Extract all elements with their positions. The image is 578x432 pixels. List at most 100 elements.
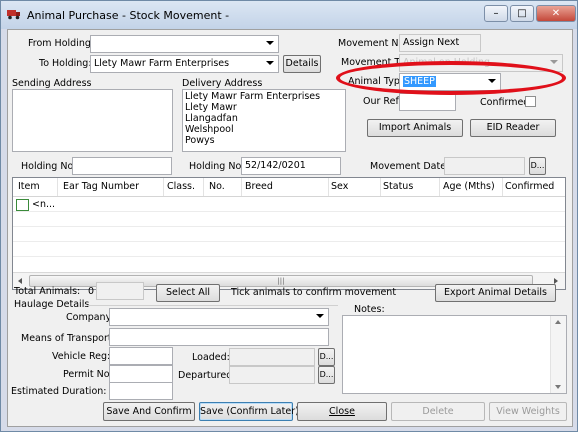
departured-input[interactable]	[229, 366, 315, 384]
maximize-button[interactable]: □	[510, 5, 534, 22]
to-holding-select[interactable]: Llety Mawr Farm Enterprises	[90, 55, 279, 73]
table-row[interactable]	[13, 242, 565, 257]
column-header[interactable]: Sex	[331, 181, 348, 192]
tick-hint: Tick animals to confirm movement	[231, 287, 397, 298]
holding-no-label: Holding No:	[21, 161, 77, 172]
vehicle-reg-label: Vehicle Reg:	[52, 351, 111, 362]
total-animals-field	[96, 282, 144, 300]
column-header[interactable]: Status	[383, 181, 413, 192]
column-header[interactable]: No.	[209, 181, 225, 192]
delete-button[interactable]: Delete	[391, 402, 485, 421]
estimated-duration-input[interactable]	[109, 382, 173, 400]
form-body: From Holding: To Holding: Llety Mawr Far…	[7, 29, 573, 427]
table-row[interactable]	[13, 212, 565, 227]
grip-icon: |||	[277, 277, 285, 285]
company-select[interactable]	[109, 308, 329, 326]
estimated-duration-label: Estimated Duration:	[11, 386, 107, 397]
movement-no-label: Movement No:	[338, 38, 408, 49]
address-line: Llangadfan	[185, 113, 238, 124]
save-and-confirm-button[interactable]: Save And Confirm	[103, 402, 195, 421]
save-confirm-later-button[interactable]: Save (Confirm Later)	[199, 402, 299, 421]
truck-icon	[7, 10, 20, 20]
loaded-date-picker-button[interactable]: D...	[318, 348, 335, 366]
total-animals-value: 0	[88, 286, 95, 297]
from-holding-select[interactable]	[90, 35, 279, 53]
details-button[interactable]: Details	[283, 55, 321, 73]
movement-date-picker-button[interactable]: D...	[529, 157, 546, 175]
movement-date-label: Movement Date:	[370, 161, 450, 172]
column-header[interactable]: Class.	[167, 181, 195, 192]
table-row[interactable]	[13, 257, 565, 271]
to-holding-value: Llety Mawr Farm Enterprises	[94, 58, 230, 69]
title-bar[interactable]: Animal Purchase - Stock Movement - – □ ✕	[1, 1, 577, 29]
address-line: Powys	[185, 135, 215, 146]
column-header[interactable]: Item	[18, 181, 40, 192]
means-of-transport-input[interactable]	[109, 328, 329, 346]
window-title: Animal Purchase - Stock Movement -	[27, 9, 230, 22]
chevron-down-icon	[488, 79, 496, 83]
row-select-checkbox[interactable]	[16, 199, 29, 211]
company-label: Company:	[66, 312, 114, 323]
close-window-button[interactable]: ✕	[536, 5, 576, 22]
chevron-down-icon	[550, 60, 558, 64]
column-header[interactable]: Ear Tag Number	[63, 181, 139, 192]
animal-type-select[interactable]: SHEEP	[399, 73, 501, 91]
delivery-holding-no-input[interactable]: 52/142/0201	[241, 157, 341, 175]
select-all-button[interactable]: Select All	[156, 284, 220, 302]
confirmed-checkbox[interactable]	[525, 96, 536, 107]
notes-vertical-scrollbar[interactable]	[550, 316, 566, 393]
total-animals-label: Total Animals:	[14, 286, 81, 297]
eid-reader-button[interactable]: EID Reader	[470, 119, 556, 137]
animal-purchase-window: Animal Purchase - Stock Movement - – □ ✕…	[0, 0, 578, 432]
loaded-label: Loaded:	[192, 352, 230, 363]
movement-date-input[interactable]	[444, 157, 525, 175]
minimize-icon: –	[493, 8, 499, 19]
view-weights-button[interactable]: View Weights	[489, 402, 567, 421]
delivery-address-label: Delivery Address	[182, 78, 263, 89]
column-header[interactable]: Confirmed	[505, 181, 554, 192]
our-ref-input[interactable]	[399, 93, 456, 111]
holding-no-input[interactable]	[72, 157, 172, 175]
notes-label: Notes:	[354, 304, 385, 315]
table-row[interactable]: <n...	[13, 197, 565, 212]
animal-type-value: SHEEP	[403, 76, 436, 87]
departured-date-picker-button[interactable]: D...	[318, 366, 335, 384]
column-header[interactable]: Breed	[245, 181, 273, 192]
import-animals-button[interactable]: Import Animals	[367, 119, 463, 137]
haulage-details-label: Haulage Details	[14, 299, 90, 310]
export-animal-details-button[interactable]: Export Animal Details	[435, 284, 556, 302]
means-of-transport-label: Means of Transport:	[21, 333, 115, 344]
delivery-address-text: Llety Mawr Farm Enterprises Llety Mawr L…	[185, 91, 320, 146]
movement-type-select[interactable]: Animal on Holding	[399, 54, 563, 72]
chevron-down-icon	[316, 314, 324, 318]
animals-grid[interactable]: Item Ear Tag Number Class. No. Breed Sex…	[12, 177, 566, 290]
our-ref-label: Our Ref:	[363, 96, 402, 107]
loaded-input[interactable]	[229, 348, 315, 366]
maximize-icon: □	[517, 8, 527, 19]
chevron-down-icon	[266, 41, 274, 45]
departured-label: Departured:	[178, 370, 236, 381]
grid-header: Item Ear Tag Number Class. No. Breed Sex…	[13, 178, 565, 197]
movement-no-field[interactable]: Assign Next	[399, 34, 481, 52]
permit-no-input[interactable]	[109, 365, 173, 383]
column-header[interactable]: Age (Mths)	[443, 181, 495, 192]
scroll-down-icon[interactable]	[555, 385, 561, 389]
notes-textarea[interactable]	[342, 315, 567, 394]
row-item-cell: <n...	[32, 199, 56, 210]
scroll-left-icon[interactable]	[18, 278, 22, 284]
to-holding-label: To Holding:	[39, 58, 92, 69]
chevron-down-icon	[266, 61, 274, 65]
scroll-up-icon[interactable]	[555, 320, 561, 324]
close-button[interactable]: Close	[297, 402, 387, 421]
address-line: Welshpool	[185, 124, 234, 135]
minimize-button[interactable]: –	[484, 5, 508, 22]
movement-type-value: Animal on Holding	[403, 57, 491, 68]
delivery-holding-no-label: Holding No:	[189, 161, 245, 172]
permit-no-label: Permit No:	[63, 369, 113, 380]
sending-address-box[interactable]	[12, 89, 173, 152]
delivery-address-box[interactable]: Llety Mawr Farm Enterprises Llety Mawr L…	[182, 89, 346, 152]
vehicle-reg-input[interactable]	[109, 347, 173, 365]
address-line: Llety Mawr	[185, 102, 237, 113]
table-row[interactable]	[13, 227, 565, 242]
from-holding-label: From Holding:	[28, 38, 95, 49]
